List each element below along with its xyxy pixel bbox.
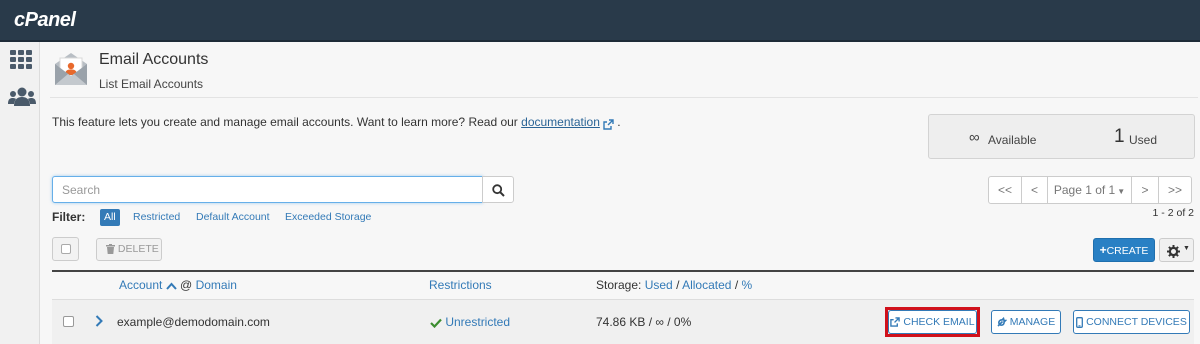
connect-devices-label: CONNECT DEVICES	[1086, 316, 1187, 328]
filter-label: Filter:	[52, 210, 86, 224]
intro-suffix: .	[617, 115, 621, 129]
next-page-button[interactable]: >	[1131, 176, 1159, 204]
used-label: Used	[1129, 133, 1158, 147]
page-subtitle: List Email Accounts	[99, 77, 204, 91]
main-content: Email Accounts List Email Accounts This …	[40, 42, 1200, 344]
plus-icon: +	[1099, 243, 1107, 257]
caret-down-icon: ▼	[1183, 245, 1190, 252]
apps-grid-icon[interactable]	[9, 49, 33, 73]
search-button[interactable]	[482, 176, 514, 203]
available-label: Available	[988, 133, 1037, 147]
restriction-label: Unrestricted	[445, 315, 511, 329]
sort-used-link[interactable]: Used	[645, 278, 673, 292]
account-stats: ∞ Available 1 Used	[928, 114, 1195, 159]
account-header: Account @ Domain	[119, 278, 237, 292]
intro-body: This feature lets you create and manage …	[52, 115, 522, 129]
table-top-border	[52, 270, 1194, 272]
result-range: 1 - 2 of 2	[1152, 207, 1194, 219]
email-envelope-icon	[52, 50, 90, 88]
manage-button[interactable]: MANAGE	[991, 310, 1061, 334]
users-icon[interactable]	[8, 86, 36, 110]
checkbox-square	[61, 244, 71, 254]
filter-restricted[interactable]: Restricted	[133, 209, 180, 226]
page-title: Email Accounts	[99, 51, 209, 68]
create-button[interactable]: +CREATE	[1093, 238, 1155, 262]
delete-label: DELETE	[117, 243, 159, 255]
check-email-label: CHECK EMAIL	[903, 316, 975, 328]
prev-page-button[interactable]: <	[1021, 176, 1048, 204]
sort-account-link[interactable]: Account	[119, 278, 162, 292]
filter-default-account[interactable]: Default Account	[196, 209, 270, 226]
infinity-symbol: ∞	[969, 129, 980, 146]
search-input[interactable]	[52, 176, 483, 203]
top-bar: cPanel	[0, 0, 1200, 42]
search-icon	[492, 183, 505, 198]
connect-devices-button[interactable]: CONNECT DEVICES	[1073, 310, 1190, 334]
page-label: Page 1 of 1	[1053, 183, 1116, 197]
at-sign: @	[180, 278, 193, 292]
storage-header: Storage: Used / Allocated / %	[596, 278, 752, 292]
trash-icon	[106, 243, 115, 255]
wrench-icon	[997, 316, 1007, 328]
account-email: example@demodomain.com	[117, 315, 270, 329]
row-checkbox[interactable]	[63, 316, 74, 327]
cpanel-logo[interactable]: cPanel	[14, 9, 76, 32]
storage-usage: 74.86 KB / ∞ / 0%	[596, 315, 692, 329]
last-page-button[interactable]: >>	[1158, 176, 1192, 204]
external-link-icon	[890, 316, 901, 328]
sidebar	[0, 42, 40, 344]
page-select[interactable]: Page 1 of 1 ▼	[1047, 176, 1132, 204]
first-page-button[interactable]: <<	[988, 176, 1022, 204]
restriction-status[interactable]: Unrestricted	[430, 315, 510, 329]
caret-down-icon: ▼	[1117, 187, 1126, 196]
sort-allocated-link[interactable]: Allocated	[682, 278, 731, 292]
create-label: CREATE	[1106, 245, 1149, 257]
sort-up-icon[interactable]	[165, 278, 177, 292]
filter-all[interactable]: All	[100, 209, 120, 226]
documentation-link[interactable]: documentation	[521, 115, 600, 129]
delete-button[interactable]: DELETE	[96, 238, 162, 261]
checkmark-icon	[430, 315, 442, 329]
sort-restrictions-link[interactable]: Restrictions	[429, 278, 492, 292]
sort-domain-link[interactable]: Domain	[196, 278, 237, 292]
gear-icon	[1167, 244, 1180, 259]
storage-prefix: Storage:	[596, 278, 642, 292]
sort-percent-link[interactable]: %	[742, 278, 753, 292]
filter-exceeded-storage[interactable]: Exceeded Storage	[285, 209, 371, 226]
used-count: 1	[1114, 126, 1125, 147]
settings-dropdown-button[interactable]: ▼	[1159, 238, 1194, 262]
header-divider	[50, 97, 1198, 98]
intro-text: This feature lets you create and manage …	[52, 115, 621, 131]
select-all-checkbox[interactable]	[52, 237, 79, 261]
pagination: << < Page 1 of 1 ▼ > >>	[988, 176, 1192, 204]
separator: /	[734, 278, 739, 292]
mobile-device-icon	[1076, 316, 1084, 328]
expand-chevron-icon[interactable]	[95, 313, 103, 327]
restrictions-header: Restrictions	[429, 278, 492, 292]
external-link-icon[interactable]	[603, 117, 614, 131]
separator: /	[676, 278, 680, 292]
check-email-button[interactable]: CHECK EMAIL	[888, 310, 977, 334]
manage-label: MANAGE	[1009, 316, 1056, 328]
